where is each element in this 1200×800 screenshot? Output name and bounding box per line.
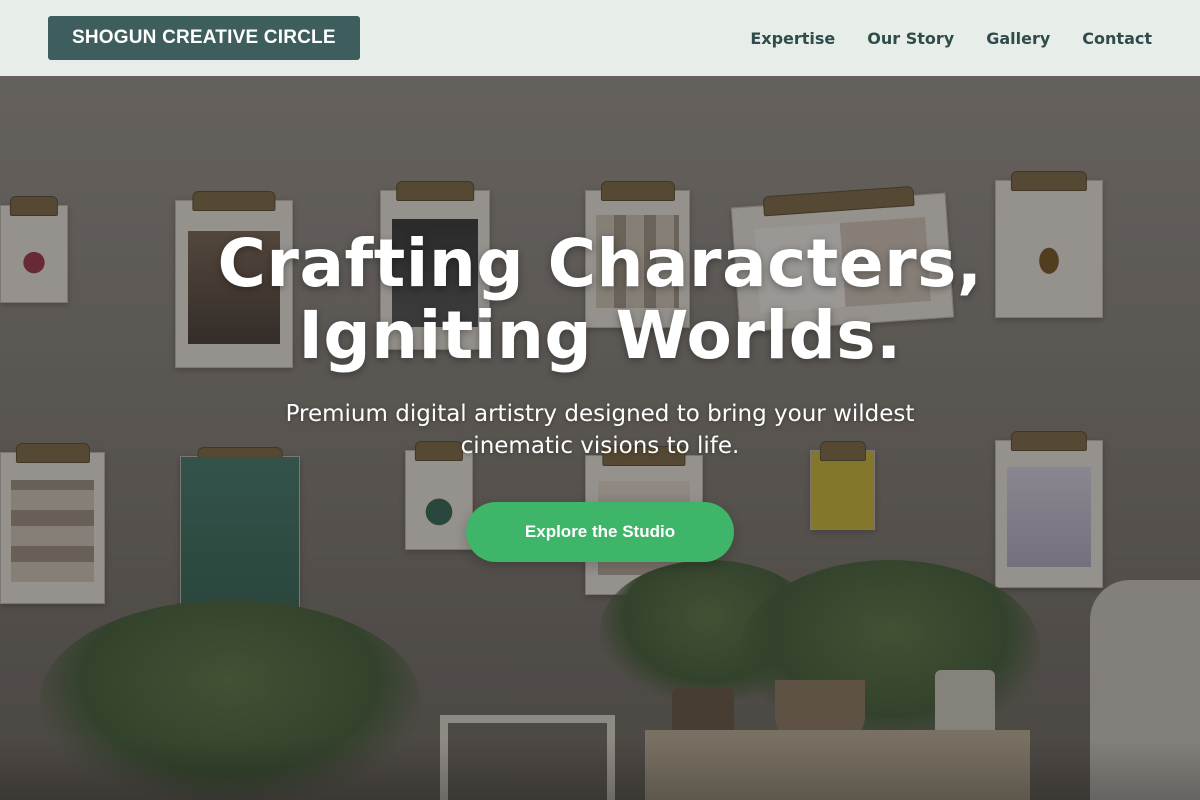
hero-title-line-2: Igniting Worlds. bbox=[298, 297, 902, 374]
nav-link-gallery[interactable]: Gallery bbox=[986, 29, 1050, 48]
hero-subtitle: Premium digital artistry designed to bri… bbox=[285, 401, 915, 459]
navbar: SHOGUN CREATIVE CIRCLE Expertise Our Sto… bbox=[0, 0, 1200, 76]
nav-link-our-story[interactable]: Our Story bbox=[867, 29, 954, 48]
hero-content: Crafting Characters, Igniting Worlds. Pr… bbox=[0, 228, 1200, 562]
hero-title: Crafting Characters, Igniting Worlds. bbox=[0, 228, 1200, 372]
hero-title-line-1: Crafting Characters, bbox=[217, 225, 983, 302]
nav-link-contact[interactable]: Contact bbox=[1082, 29, 1152, 48]
nav-links: Expertise Our Story Gallery Contact bbox=[750, 29, 1152, 48]
nav-link-expertise[interactable]: Expertise bbox=[750, 29, 835, 48]
brand-logo[interactable]: SHOGUN CREATIVE CIRCLE bbox=[48, 16, 360, 60]
explore-studio-button[interactable]: Explore the Studio bbox=[466, 502, 734, 562]
